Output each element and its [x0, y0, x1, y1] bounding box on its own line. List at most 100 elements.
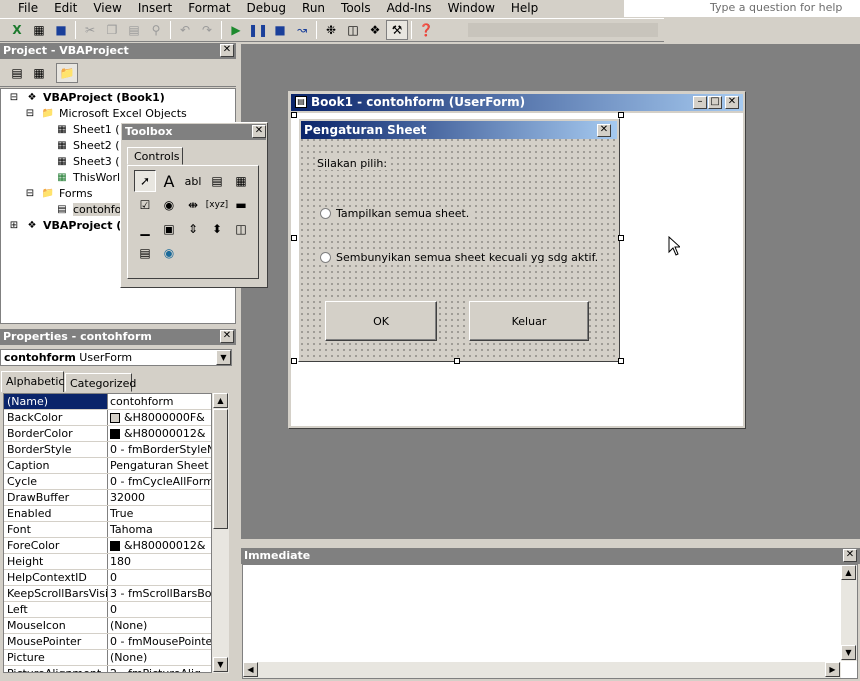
select-objects-icon[interactable]: ➚ [134, 170, 156, 192]
resize-handle[interactable] [291, 112, 297, 118]
checkbox-icon[interactable]: ☑ [134, 194, 156, 216]
textbox-icon[interactable]: abl [182, 170, 204, 192]
option-show-all-sheets[interactable]: Tampilkan semua sheet. [318, 207, 472, 220]
scroll-thumb[interactable] [213, 409, 228, 529]
excel-icon[interactable]: X [6, 20, 28, 40]
property-row[interactable]: MousePointer0 - fmMousePointerDe [4, 634, 211, 650]
property-row[interactable]: BorderStyle0 - fmBorderStyleNor [4, 442, 211, 458]
property-value[interactable]: Tahoma [108, 522, 211, 537]
scroll-up-icon[interactable]: ▲ [841, 565, 856, 580]
design-mode-icon[interactable]: ↝ [291, 20, 313, 40]
property-value[interactable]: 0 [108, 570, 211, 585]
property-value[interactable]: True [108, 506, 211, 521]
property-value[interactable]: 3 - fmScrollBarsBoth [108, 586, 211, 601]
label-icon[interactable]: A [158, 170, 180, 192]
ok-button[interactable]: OK [325, 301, 437, 341]
scroll-up-icon[interactable]: ▲ [213, 393, 228, 408]
menu-view[interactable]: View [85, 1, 129, 16]
refedit-icon[interactable]: ▤ [134, 242, 156, 264]
property-row[interactable]: Cycle 0 - fmCycleAllForms [4, 474, 211, 490]
property-row[interactable]: Picture (None) [4, 650, 211, 666]
property-value[interactable]: &H80000012& [108, 426, 211, 441]
userform[interactable]: Pengaturan Sheet ✕ Silakan pilih: Tampil… [298, 118, 620, 362]
scroll-down-icon[interactable]: ▼ [213, 657, 228, 672]
property-row[interactable]: Height 180 [4, 554, 211, 570]
option-hide-other-sheets[interactable]: Sembunyikan semua sheet kecuali yg sdg a… [318, 251, 601, 264]
property-value[interactable]: 32000 [108, 490, 211, 505]
property-value[interactable]: 2 - fmPictureAlig [108, 666, 211, 672]
close-userform-button[interactable]: ✕ [597, 124, 611, 137]
maximize-button[interactable]: □ [708, 96, 722, 109]
menu-tools[interactable]: Tools [333, 1, 379, 16]
resize-handle[interactable] [618, 358, 624, 364]
find-icon[interactable]: ⚲ [145, 20, 167, 40]
tree-node-excel-objects[interactable]: ⊟ 📁 Microsoft Excel Objects [23, 107, 187, 120]
view-object-icon[interactable]: ▦ [28, 63, 50, 83]
property-row[interactable]: Left 0 [4, 602, 211, 618]
exit-button[interactable]: Keluar [469, 301, 589, 341]
tree-node-sheet3[interactable]: ▦ Sheet3 ( [55, 155, 119, 168]
copy-icon[interactable]: ❐ [101, 20, 123, 40]
property-row[interactable]: Enabled True [4, 506, 211, 522]
menu-format[interactable]: Format [180, 1, 238, 16]
tabstrip-icon[interactable]: ▁ [134, 218, 156, 240]
close-immediate-button[interactable]: ✕ [843, 549, 857, 562]
resize-handle[interactable] [291, 235, 297, 241]
resize-handle[interactable] [454, 358, 460, 364]
property-value[interactable]: &H8000000F& [108, 410, 211, 425]
property-value[interactable]: 0 - fmMousePointerDe [108, 634, 211, 649]
spinbutton-icon[interactable]: ⬍ [206, 218, 228, 240]
property-value[interactable]: 0 [108, 602, 211, 617]
menu-addins[interactable]: Add-Ins [379, 1, 440, 16]
tab-categorized[interactable]: Categorized [65, 373, 136, 392]
property-value[interactable]: 180 [108, 554, 211, 569]
expand-icon[interactable]: ⊞ [7, 220, 21, 232]
property-row[interactable]: HelpContextID 0 [4, 570, 211, 586]
tab-controls[interactable]: Controls [127, 147, 183, 165]
object-selector[interactable]: contohform UserForm ▼ [0, 349, 232, 366]
toolbox-icon[interactable]: ⚒ [386, 20, 408, 40]
property-value[interactable]: Pengaturan Sheet [108, 458, 211, 473]
redo-icon[interactable]: ↷ [196, 20, 218, 40]
minimize-button[interactable]: – [693, 96, 707, 109]
menu-help[interactable]: Help [503, 1, 546, 16]
tree-node-vbaproject-book1[interactable]: ⊟ ❖ VBAProject (Book1) [7, 91, 165, 104]
menu-file[interactable]: File [0, 1, 46, 16]
help-icon[interactable]: ❓ [415, 20, 437, 40]
reset-icon[interactable]: ■ [269, 20, 291, 40]
multipage-icon[interactable]: ▣ [158, 218, 180, 240]
property-row[interactable]: PictureAlignment2 - fmPictureAlig [4, 666, 211, 672]
menu-edit[interactable]: Edit [46, 1, 85, 16]
property-row[interactable]: (Name) contohform [4, 394, 211, 410]
resize-handle[interactable] [618, 235, 624, 241]
resize-handle[interactable] [618, 112, 624, 118]
property-row[interactable]: ForeColor &H80000012& [4, 538, 211, 554]
property-row[interactable]: KeepScrollBarsVisible3 - fmScrollBarsBot… [4, 586, 211, 602]
cut-icon[interactable]: ✂ [79, 20, 101, 40]
tree-node-sheet1[interactable]: ▦ Sheet1 ( [55, 123, 119, 136]
collapse-icon[interactable]: ⊟ [23, 188, 37, 200]
property-value[interactable]: 0 - fmBorderStyleNor [108, 442, 211, 457]
immediate-vertical-scrollbar[interactable]: ▲ ▼ [841, 565, 857, 661]
paste-icon[interactable]: ▤ [123, 20, 145, 40]
menu-window[interactable]: Window [440, 1, 503, 16]
property-row[interactable]: BorderColor &H80000012& [4, 426, 211, 442]
collapse-icon[interactable]: ⊟ [23, 108, 37, 120]
object-browser-icon[interactable]: ❖ [364, 20, 386, 40]
tab-alphabetic[interactable]: Alphabetic [1, 371, 64, 392]
menu-run[interactable]: Run [294, 1, 333, 16]
break-icon[interactable]: ❚❚ [247, 20, 269, 40]
run-icon[interactable]: ▶ [225, 20, 247, 40]
project-explorer-icon[interactable]: ❉ [320, 20, 342, 40]
frame-icon[interactable]: [xyz] [206, 194, 228, 216]
scroll-down-icon[interactable]: ▼ [841, 645, 856, 660]
immediate-window[interactable]: ▲ ▼ ◀ ▶ [242, 564, 858, 679]
web-browser-icon[interactable]: ◉ [158, 242, 180, 264]
toggle-folders-icon[interactable]: 📁 [56, 63, 78, 83]
prompt-label[interactable]: Silakan pilih: [315, 157, 390, 170]
chevron-down-icon[interactable]: ▼ [216, 350, 231, 365]
property-value[interactable]: 0 - fmCycleAllForms [108, 474, 211, 489]
property-value[interactable]: contohform [108, 394, 211, 409]
properties-scrollbar[interactable]: ▲ ▼ [212, 393, 229, 673]
property-row[interactable]: Font Tahoma [4, 522, 211, 538]
